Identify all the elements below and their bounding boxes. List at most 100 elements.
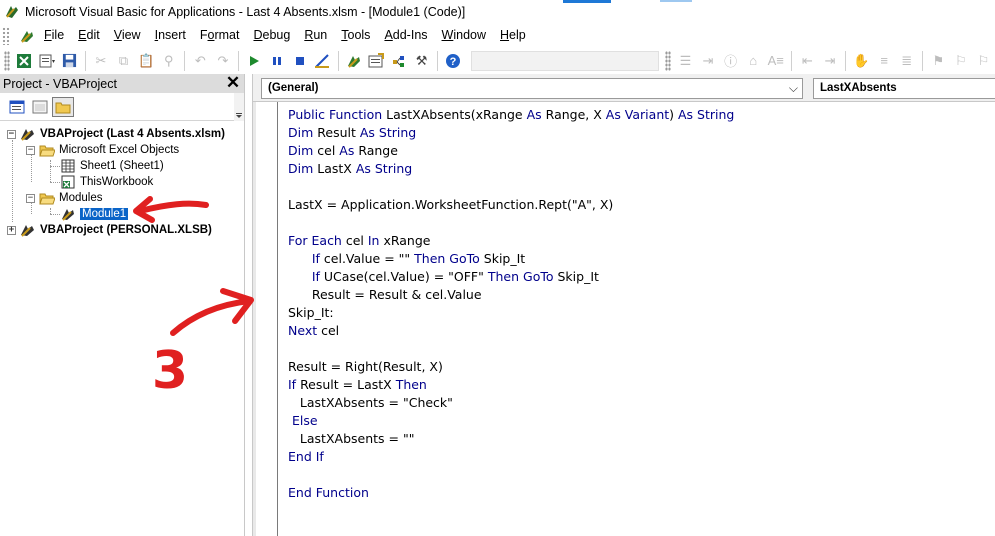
toolbar-separator [436, 50, 438, 71]
tree-item-project-personal[interactable]: + VBAProject (PERSONAL.XLSB) [7, 222, 212, 238]
list-constants-icon[interactable]: ⇥ [697, 50, 720, 72]
code-line[interactable]: LastX = Application.WorksheetFunction.Re… [288, 196, 988, 214]
toggle-folders-icon[interactable] [52, 96, 74, 117]
code-line[interactable]: End If [288, 448, 988, 466]
find-icon[interactable]: ⚲ [157, 50, 180, 72]
code-line[interactable]: LastXAbsents = "" [288, 430, 988, 448]
toggle-breakpoint-icon[interactable]: ✋ [850, 50, 873, 72]
menu-item[interactable]: Edit [71, 24, 107, 47]
code-line[interactable]: LastXAbsents = "Check" [288, 394, 988, 412]
toolbar-separator [184, 50, 186, 71]
collapse-icon[interactable]: − [26, 145, 35, 155]
tree-item-module1[interactable]: Module1 [60, 206, 129, 222]
toolbar-grip[interactable] [665, 50, 672, 71]
design-mode-icon[interactable] [311, 50, 334, 72]
complete-word-icon[interactable]: A≡ [764, 50, 787, 72]
tree-item-modules[interactable]: − Modules [26, 190, 102, 206]
code-line[interactable]: If cel.Value = "" Then GoTo Skip_It [288, 250, 988, 268]
procedure-dropdown[interactable]: LastXAbsents [813, 78, 995, 99]
comment-block-icon[interactable]: ≡ [873, 50, 896, 72]
menu-item-text: un [313, 28, 328, 42]
menu-item[interactable]: Help [493, 24, 533, 47]
paste-icon[interactable]: 📋 [135, 50, 158, 72]
menu-item[interactable]: Debug [246, 24, 297, 47]
code-keyword: Dim [288, 161, 318, 176]
indent-icon[interactable]: ⇤ [796, 50, 819, 72]
code-line[interactable]: For Each cel In xRange [288, 232, 988, 250]
code-line[interactable] [288, 178, 988, 196]
code-line[interactable]: Result = Result & cel.Value [288, 286, 988, 304]
toolbox-icon[interactable]: ⚒ [410, 50, 433, 72]
code-editor[interactable]: Public Function LastXAbsents(xRange As R… [288, 106, 988, 502]
menu-item-accelerator: V [113, 28, 122, 42]
run-icon[interactable] [243, 50, 266, 72]
outdent-icon[interactable]: ⇥ [819, 50, 842, 72]
tree-item-sheet1[interactable]: Sheet1 (Sheet1) [60, 158, 164, 174]
object-dropdown[interactable]: (General) ⌵ [261, 78, 803, 99]
view-excel-icon[interactable] [13, 50, 36, 72]
module-icon [60, 207, 76, 221]
object-browser-icon[interactable] [388, 50, 411, 72]
undo-icon[interactable]: ↶ [189, 50, 212, 72]
code-line[interactable]: Next cel [288, 322, 988, 340]
view-object-icon[interactable] [29, 97, 51, 117]
code-line[interactable]: Public Function LastXAbsents(xRange As R… [288, 106, 988, 124]
vba-menu-icon[interactable] [19, 28, 35, 44]
view-code-icon[interactable] [6, 97, 28, 117]
menu-item[interactable]: Window [435, 24, 493, 47]
uncomment-block-icon[interactable]: ≣ [895, 50, 918, 72]
menu-item[interactable]: Insert [148, 24, 193, 47]
code-line[interactable]: If Result = LastX Then [288, 376, 988, 394]
menu-item[interactable]: File [37, 24, 71, 47]
code-line[interactable]: Dim LastX As String [288, 160, 988, 178]
code-line[interactable]: Else [288, 412, 988, 430]
code-line[interactable] [288, 466, 988, 484]
code-margin-indicator-bar[interactable] [256, 102, 278, 536]
quick-info-icon[interactable]: ⓘ [719, 50, 742, 72]
menu-item[interactable]: Add-Ins [377, 24, 434, 47]
worksheet-icon [60, 159, 76, 173]
project-explorer-icon[interactable] [343, 50, 366, 72]
insert-module-icon[interactable] [35, 50, 58, 72]
copy-icon[interactable]: ⧉ [112, 50, 135, 72]
tree-item-project-last4[interactable]: − VBAProject (Last 4 Absents.xlsm) [7, 126, 225, 142]
code-keyword: In [367, 233, 384, 248]
code-line[interactable]: If UCase(cel.Value) = "OFF" Then GoTo Sk… [288, 268, 988, 286]
collapse-icon[interactable]: − [26, 193, 35, 203]
list-properties-icon[interactable]: ☰ [674, 50, 697, 72]
code-keyword: As [526, 107, 546, 122]
reset-icon[interactable] [288, 50, 311, 72]
cut-icon[interactable]: ✂ [90, 50, 113, 72]
break-icon[interactable] [266, 50, 289, 72]
collapse-icon[interactable]: − [7, 129, 16, 139]
menu-item[interactable]: Run [297, 24, 334, 47]
tree-item-excel-objects[interactable]: − Microsoft Excel Objects [26, 142, 179, 158]
parameter-info-icon[interactable]: ⌂ [742, 50, 765, 72]
code-line[interactable]: Skip_It: [288, 304, 988, 322]
code-line[interactable]: Result = Right(Result, X) [288, 358, 988, 376]
tree-item-thisworkbook[interactable]: ThisWorkbook [60, 174, 153, 190]
project-panel-toolbar [0, 93, 244, 121]
code-text: Result = LastX [300, 377, 396, 392]
previous-bookmark-icon[interactable]: ⚐ [972, 50, 995, 72]
code-line[interactable]: Dim Result As String [288, 124, 988, 142]
panel-scroll-arrow[interactable] [234, 93, 244, 121]
toggle-bookmark-icon[interactable]: ⚑ [927, 50, 950, 72]
code-line[interactable]: Dim cel As Range [288, 142, 988, 160]
menu-item[interactable]: View [107, 24, 148, 47]
save-icon[interactable] [58, 50, 81, 72]
close-icon[interactable]: ✕ [225, 74, 241, 91]
code-line[interactable]: End Function [288, 484, 988, 502]
toolbar-grip[interactable] [4, 50, 10, 71]
expand-icon[interactable]: + [7, 225, 16, 235]
code-line[interactable] [288, 214, 988, 232]
menu-item[interactable]: Format [193, 24, 247, 47]
project-panel-title: Project - VBAProject [3, 76, 117, 91]
menu-item[interactable]: Tools [334, 24, 377, 47]
redo-icon[interactable]: ↷ [212, 50, 235, 72]
menubar-grip[interactable] [2, 26, 10, 45]
properties-window-icon[interactable] [365, 50, 388, 72]
help-icon[interactable]: ? [442, 50, 465, 72]
code-line[interactable] [288, 340, 988, 358]
next-bookmark-icon[interactable]: ⚐ [950, 50, 973, 72]
